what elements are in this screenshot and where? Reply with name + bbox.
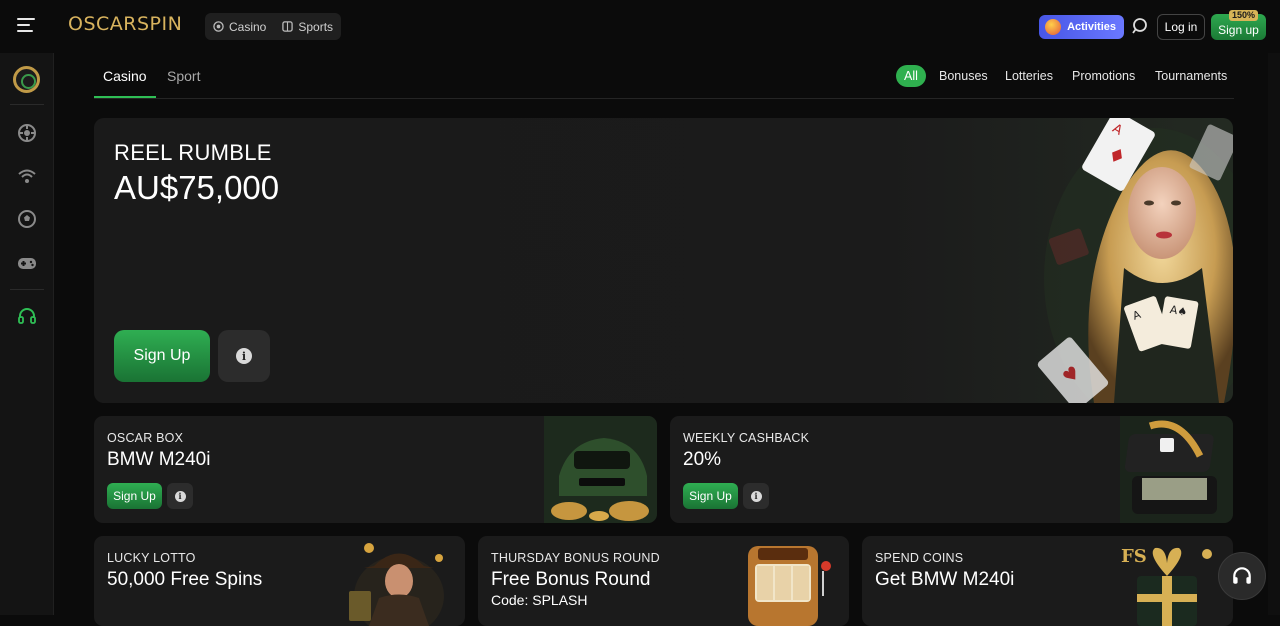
- card-title: SPEND COINS: [875, 551, 964, 565]
- hero-info-button[interactable]: i: [218, 330, 270, 382]
- promo-card-lucky-lotto[interactable]: LUCKY LOTTO 50,000 Free Spins: [94, 536, 465, 626]
- card-value: Get BMW M240i: [875, 569, 1015, 590]
- tab-sports[interactable]: Sports: [282, 20, 333, 34]
- promo-card-spend-coins[interactable]: SPEND COINS Get BMW M240i FS: [862, 536, 1233, 626]
- sub-navigation: Casino Sport All Bonuses Lotteries Promo…: [94, 53, 1234, 99]
- search-icon[interactable]: [1131, 17, 1149, 35]
- card-title: OSCAR BOX: [107, 431, 184, 445]
- car-coins-image: [544, 416, 657, 523]
- info-icon: i: [174, 490, 186, 502]
- oscar-logo-icon[interactable]: [13, 66, 40, 93]
- promo-card-thursday-bonus[interactable]: THURSDAY BONUS ROUND Free Bonus Round Co…: [478, 536, 849, 626]
- tab-sport[interactable]: Sport: [167, 68, 200, 84]
- sidebar-divider: [10, 289, 44, 290]
- live-signal-icon[interactable]: [17, 166, 37, 186]
- promo-card-weekly-cashback[interactable]: WEEKLY CASHBACK 20% Sign Up i: [670, 416, 1233, 523]
- card-value: 20%: [683, 449, 722, 470]
- hero-banner: REEL RUMBLE AU$75,000 Sign Up i A A♠ A ♦ …: [94, 118, 1233, 403]
- tab-casino-label: Casino: [229, 19, 267, 34]
- tab-casino[interactable]: Casino: [103, 68, 147, 84]
- gamepad-icon[interactable]: [17, 253, 37, 273]
- info-icon: i: [750, 490, 762, 502]
- gift-box-image: FS: [1121, 546, 1212, 626]
- money-case-image: [1120, 416, 1233, 523]
- hero-amount: AU$75,000: [114, 169, 280, 206]
- card-title: LUCKY LOTTO: [107, 551, 196, 565]
- top-bar: OSCARSPIN Casino Sports Activities Log i…: [0, 0, 1280, 53]
- card-value: 50,000 Free Spins: [107, 569, 263, 590]
- bonus-badge: 150%: [1229, 10, 1259, 21]
- top-tabs: Casino Sports: [205, 13, 342, 40]
- filter-lotteries[interactable]: Lotteries: [1005, 65, 1053, 87]
- card-info-button[interactable]: i: [167, 483, 193, 509]
- tab-casino[interactable]: Casino: [213, 20, 266, 34]
- support-headset-icon[interactable]: [17, 306, 37, 326]
- card-signup-button[interactable]: Sign Up: [107, 483, 162, 509]
- sports-ball-icon: [282, 21, 294, 32]
- promo-card-oscar-box[interactable]: OSCAR BOX BMW M240i Sign Up i: [94, 416, 657, 523]
- login-button[interactable]: Log in: [1157, 14, 1205, 40]
- casino-chip-icon[interactable]: [17, 123, 37, 143]
- sidebar-divider: [10, 104, 44, 105]
- card-value: BMW M240i: [107, 449, 211, 470]
- adventurer-image: [349, 543, 444, 626]
- tab-sports-label: Sports: [298, 19, 334, 34]
- hero-signup-button[interactable]: Sign Up: [114, 330, 210, 382]
- balloon-icon: [1045, 19, 1061, 35]
- site-logo[interactable]: OSCARSPIN: [68, 13, 182, 35]
- hero-woman-cards-image: A A♠ A♦ ♥: [1037, 118, 1233, 403]
- info-icon: i: [236, 348, 252, 364]
- filter-all[interactable]: All: [896, 65, 926, 87]
- card-info-button[interactable]: i: [743, 483, 769, 509]
- menu-icon[interactable]: [17, 18, 35, 32]
- svg-text:FS: FS: [1121, 546, 1147, 567]
- filter-promotions[interactable]: Promotions: [1072, 65, 1135, 87]
- activities-label: Activities: [1067, 21, 1116, 33]
- hero-title: REEL RUMBLE: [114, 140, 272, 165]
- card-signup-button[interactable]: Sign Up: [683, 483, 738, 509]
- card-title: WEEKLY CASHBACK: [683, 431, 810, 445]
- activities-button[interactable]: Activities: [1039, 15, 1124, 39]
- active-tab-indicator: [94, 96, 156, 98]
- support-chat-button[interactable]: [1218, 552, 1266, 600]
- casino-chip-icon: [213, 21, 224, 32]
- scrollbar[interactable]: [1268, 53, 1280, 615]
- card-value: Free Bonus Round: [491, 569, 651, 590]
- filter-tournaments[interactable]: Tournaments: [1155, 65, 1227, 87]
- card-title: THURSDAY BONUS ROUND: [491, 551, 660, 565]
- filter-bonuses[interactable]: Bonuses: [939, 65, 988, 87]
- promo-code: Code: SPLASH: [491, 592, 588, 608]
- slot-machine-image: [748, 546, 831, 626]
- football-icon[interactable]: [17, 209, 37, 229]
- sidebar: [0, 53, 54, 615]
- support-headset-icon: [1233, 567, 1251, 584]
